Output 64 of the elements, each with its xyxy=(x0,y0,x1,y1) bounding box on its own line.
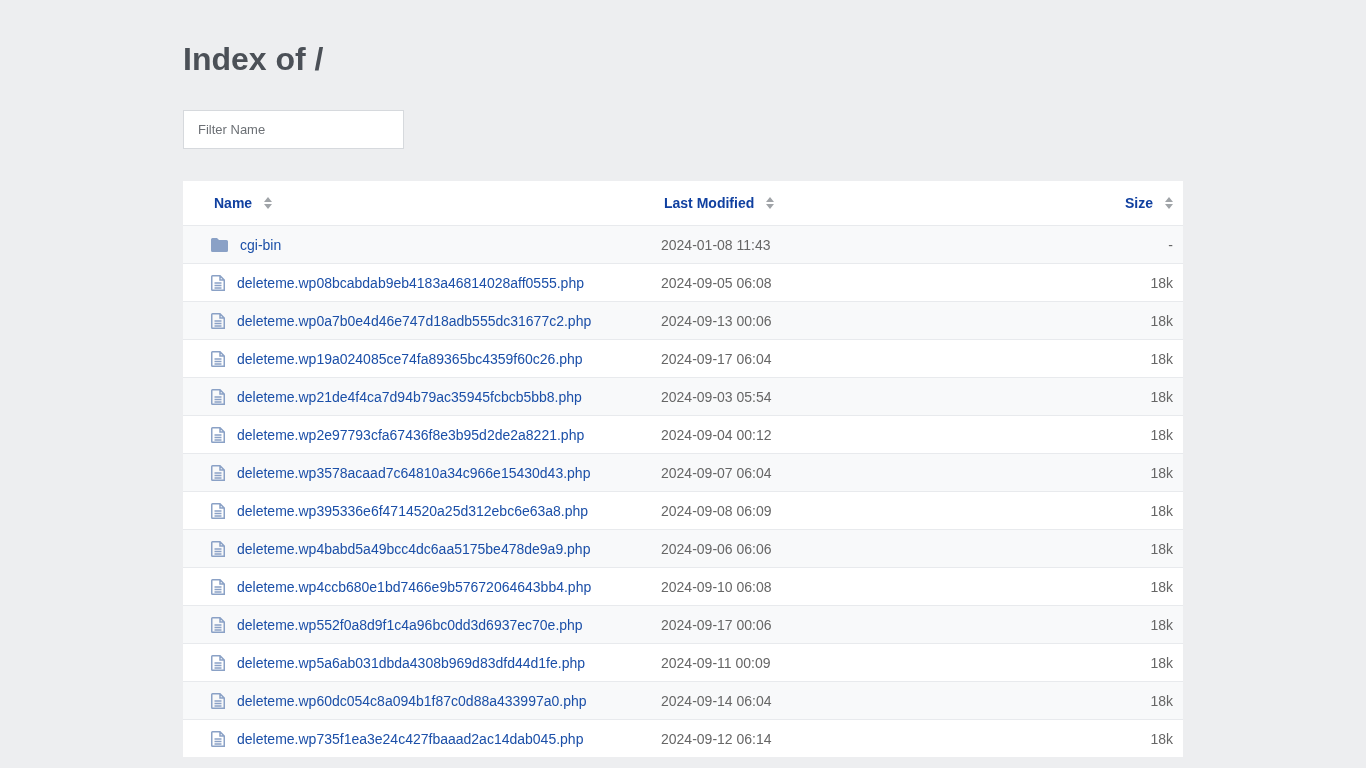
folder-icon xyxy=(211,237,228,252)
file-link[interactable]: deleteme.wp3578acaad7c64810a34c966e15430d43.php xyxy=(237,464,591,481)
file-link[interactable]: deleteme.wp60dc054c8a094b1f87c0d88a433997a0.php xyxy=(237,692,587,709)
file-link[interactable]: deleteme.wp4ccb680e1bd7466e9b57672064643bb4.php xyxy=(237,578,592,595)
filter-field[interactable]: Filter Name xyxy=(183,110,404,149)
file-size: 18k xyxy=(1150,540,1173,557)
folder-link[interactable]: cgi-bin xyxy=(240,236,282,253)
column-sort-link[interactable]: Last Modified xyxy=(664,195,755,211)
sort-icon xyxy=(1165,197,1173,209)
document-icon xyxy=(211,578,225,595)
document-icon xyxy=(211,540,225,557)
file-link[interactable]: deleteme.wp4babd5a49bcc4dc6aa5175be478de9a9.php xyxy=(237,540,591,557)
modified-date: 2024-09-17 06:04 xyxy=(661,350,773,367)
file-link[interactable]: deleteme.wp2e97793cfa67436f8e3b95d2de2a8221.php xyxy=(237,426,585,443)
modified-date: 2024-09-10 06:08 xyxy=(661,578,773,595)
document-icon xyxy=(211,388,225,405)
file-link[interactable]: deleteme.wp19a024085ce74fa89365bc4359f60c26.php xyxy=(237,350,583,367)
column-sort-link[interactable]: Size xyxy=(1125,195,1153,211)
file-size: 18k xyxy=(1150,274,1173,291)
document-icon xyxy=(211,502,225,519)
document-icon xyxy=(211,350,225,367)
file-size: 18k xyxy=(1150,692,1173,709)
modified-date: 2024-09-04 00:12 xyxy=(661,426,773,443)
file-link[interactable]: deleteme.wp395336e6f4714520a25d312ebc6e63a8.php xyxy=(237,502,589,519)
document-icon xyxy=(211,730,225,747)
file-size: 18k xyxy=(1150,654,1173,671)
file-size: - xyxy=(1168,236,1173,253)
file-size: 18k xyxy=(1150,616,1173,633)
file-link[interactable]: deleteme.wp0a7b0e4d46e747d18adb555dc31677c2.php xyxy=(237,312,592,329)
sort-icon xyxy=(766,197,775,209)
document-icon xyxy=(211,312,225,329)
file-link[interactable]: deleteme.wp735f1ea3e24c427fbaaad2ac14dab045.php xyxy=(237,730,584,747)
column-sort-link[interactable]: Name xyxy=(214,195,253,211)
file-link[interactable]: deleteme.wp552f0a8d9f1c4a96bc0dd3d6937ec70e.php xyxy=(237,616,583,633)
page-title: Index of / xyxy=(183,40,324,79)
file-link[interactable]: deleteme.wp08bcabdab9eb4183a46814028aff0555.php xyxy=(237,274,584,291)
document-icon xyxy=(211,654,225,671)
modified-date: 2024-09-13 00:06 xyxy=(661,312,773,329)
file-size: 18k xyxy=(1150,578,1173,595)
modified-date: 2024-09-11 00:09 xyxy=(661,654,772,671)
document-icon xyxy=(211,426,225,443)
document-icon xyxy=(211,616,225,633)
modified-date: 2024-09-03 05:54 xyxy=(661,388,773,405)
file-link[interactable]: deleteme.wp21de4f4ca7d94b79ac35945fcbcb5bb8.php xyxy=(237,388,582,405)
modified-date: 2024-09-17 00:06 xyxy=(661,616,773,633)
modified-date: 2024-09-06 06:06 xyxy=(661,540,773,557)
document-icon xyxy=(211,692,225,709)
file-size: 18k xyxy=(1150,350,1173,367)
modified-date: 2024-09-08 06:09 xyxy=(661,502,773,519)
file-link[interactable]: deleteme.wp5a6ab031dbda4308b969d83dfd44d1fe.php xyxy=(237,654,585,671)
file-size: 18k xyxy=(1150,502,1173,519)
file-size: 18k xyxy=(1150,426,1173,443)
file-size: 18k xyxy=(1150,464,1173,481)
file-size: 18k xyxy=(1150,312,1173,329)
modified-date: 2024-09-05 06:08 xyxy=(661,274,773,291)
document-icon xyxy=(211,464,225,481)
document-icon xyxy=(211,274,225,291)
file-size: 18k xyxy=(1150,730,1173,747)
sort-icon xyxy=(264,197,273,209)
modified-date: 2024-01-08 11:43 xyxy=(661,236,772,253)
modified-date: 2024-09-12 06:14 xyxy=(661,730,773,747)
modified-date: 2024-09-07 06:04 xyxy=(661,464,773,481)
file-size: 18k xyxy=(1150,388,1173,405)
modified-date: 2024-09-14 06:04 xyxy=(661,692,773,709)
